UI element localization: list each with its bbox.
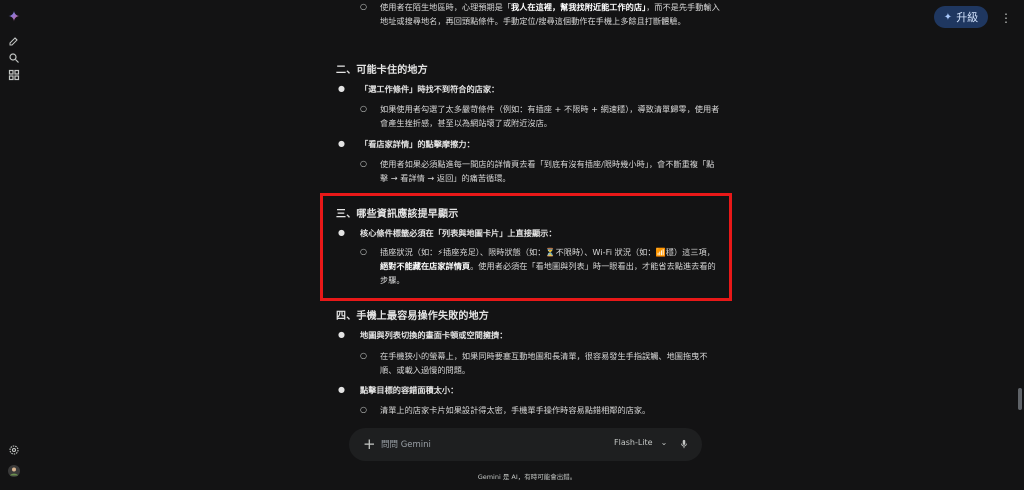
sparkle-icon: ✦: [943, 11, 953, 23]
bullet-circle: ○: [360, 104, 367, 113]
apps-grid-icon[interactable]: [8, 69, 20, 81]
section-heading: 四、手機上最容易操作失敗的地方: [336, 311, 489, 322]
app-root: ✦ 升級 ⋮ ○ 使用者在陌生地區時，心理預期是「我人在這裡，幫我找附近能工作的…: [0, 0, 1024, 490]
left-rail: [0, 0, 28, 490]
list-item-label: 「選工作條件」時找不到符合的店家：: [360, 84, 500, 94]
top-paragraph: 使用者在陌生地區時，心理預期是「我人在這裡，幫我找附近能工作的店」，而不是先手動…: [380, 2, 720, 26]
section-heading: 二、可能卡住的地方: [336, 65, 428, 76]
prompt-input[interactable]: [381, 438, 581, 452]
prompt-bar: + Flash-Lite ⌄: [349, 428, 702, 461]
list-item-text: 如果使用者勾選了太多嚴苛條件（例如：有插座 + 不限時 + 網速穩），導致清單歸…: [380, 104, 720, 128]
bullet-circle: ○: [360, 2, 367, 11]
list-item-label: 點擊目標的容錯面積太小：: [360, 385, 459, 395]
microphone-icon[interactable]: [678, 437, 690, 451]
scrollbar-thumb[interactable]: [1018, 388, 1022, 410]
search-icon[interactable]: [8, 52, 20, 64]
list-item-text: 使用者如果必須點進每一間店的詳情頁去看「到底有沒有插座/限時幾小時」，會不斷重複…: [380, 159, 715, 183]
bullet-circle: ○: [360, 405, 367, 414]
list-item-label: 「看店家詳情」的點擊摩擦力：: [360, 139, 475, 149]
gemini-sparkle-icon[interactable]: [8, 10, 20, 22]
model-selector[interactable]: Flash-Lite ⌄: [614, 438, 667, 447]
settings-icon[interactable]: [8, 444, 20, 456]
model-label: Flash-Lite: [614, 438, 653, 447]
highlight-box: [320, 193, 732, 301]
list-item-text: 在手機狹小的螢幕上，如果同時要塞互動地圖和長清單，很容易發生手指誤觸、地圖拖曳不…: [380, 351, 708, 375]
bullet-circle: ○: [360, 351, 367, 360]
new-chat-icon[interactable]: [8, 35, 20, 47]
list-item-label: 地圖與列表切換的畫面卡頓或空間擁擠：: [360, 330, 508, 340]
bullet-dot: ●: [338, 330, 345, 339]
bullet-dot: ●: [338, 139, 345, 148]
upgrade-button[interactable]: ✦ 升級: [934, 6, 988, 28]
disclaimer: Gemini 是 AI，有時可能會出錯。: [477, 473, 577, 481]
chevron-down-icon: ⌄: [660, 438, 668, 447]
bullet-dot: ●: [338, 385, 345, 394]
vertical-dots-icon[interactable]: ⋮: [1000, 10, 1012, 26]
bullet-circle: ○: [360, 159, 367, 168]
scrollbar-track[interactable]: [1017, 0, 1023, 490]
upgrade-label: 升級: [956, 11, 979, 24]
bullet-dot: ●: [338, 84, 345, 93]
list-item-text: 清單上的店家卡片如果設計得太密，手機單手操作時容易點錯相鄰的店家。: [380, 405, 651, 415]
plus-icon[interactable]: +: [363, 436, 377, 452]
